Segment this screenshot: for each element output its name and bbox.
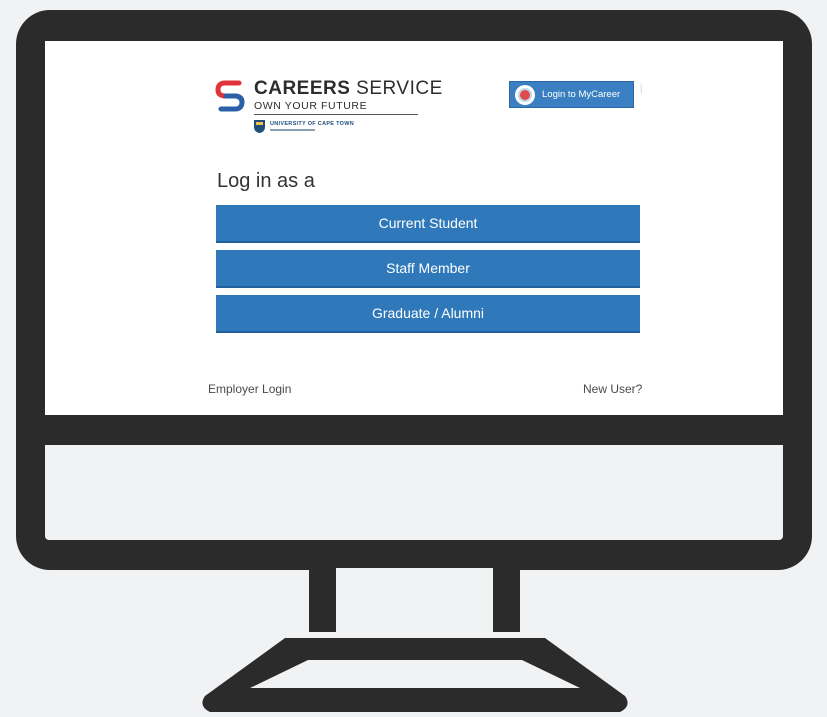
careers-service-logo[interactable]: CAREERS SERVICE OWN YOUR FUTURE UNIVERSI… [215, 78, 442, 140]
university-name: UNIVERSITY OF CAPE TOWN [270, 121, 355, 127]
staff-member-button[interactable]: Staff Member [216, 250, 640, 288]
brand-title: CAREERS SERVICE [254, 78, 443, 99]
monitor-stand-base [202, 638, 628, 712]
employer-login-link[interactable]: Employer Login [208, 382, 291, 396]
current-student-button[interactable]: Current Student [216, 205, 640, 243]
login-mycareer-button[interactable]: Login to MyCareer [509, 81, 634, 108]
careers-service-logo-icon [215, 80, 245, 112]
login-heading: Log in as a [217, 170, 315, 192]
faint-separator-mark: | [640, 83, 643, 93]
mycareer-badge-icon [515, 84, 535, 105]
brand-tagline: OWN YOUR FUTURE [254, 100, 368, 112]
graduate-alumni-button[interactable]: Graduate / Alumni [216, 295, 640, 333]
login-mycareer-label: Login to MyCareer [542, 89, 621, 100]
monitor-chin [45, 445, 783, 540]
uct-crest-icon [254, 120, 265, 133]
brand-divider [254, 114, 418, 115]
university-subline [270, 129, 315, 131]
new-user-link[interactable]: New User? [583, 382, 642, 396]
monitor-stand-gap [336, 568, 493, 632]
